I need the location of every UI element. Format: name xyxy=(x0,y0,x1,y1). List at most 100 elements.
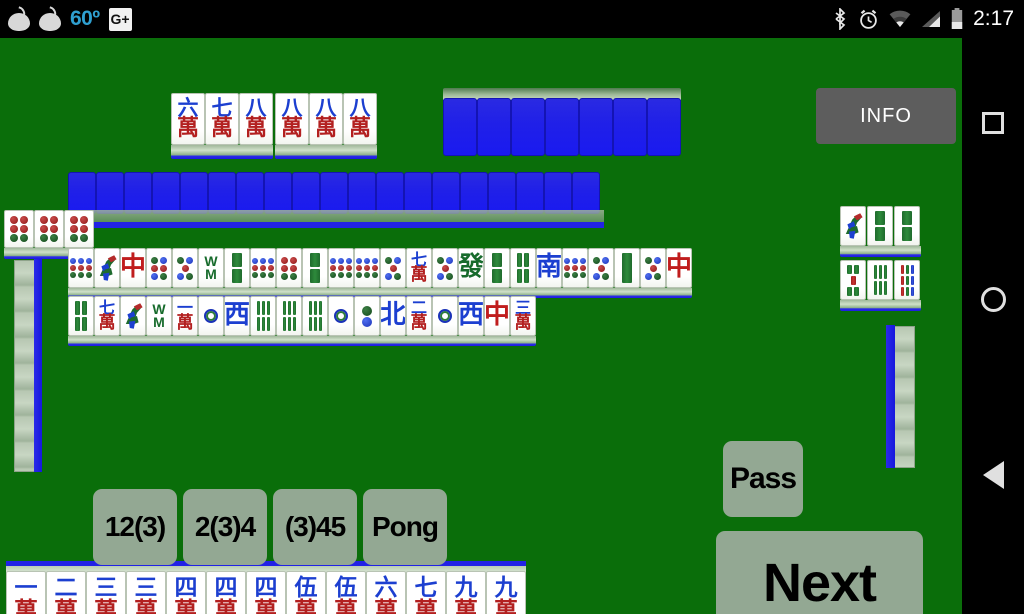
discard-tile[interactable]: 中 xyxy=(484,296,510,336)
discard-tile[interactable] xyxy=(484,248,510,288)
player-hand-tile[interactable]: 九萬 xyxy=(486,571,526,614)
discard-tile[interactable]: WM xyxy=(146,296,172,336)
discard-tile[interactable]: 一萬 xyxy=(172,296,198,336)
discard-tile[interactable] xyxy=(328,296,354,336)
wall-tile-back xyxy=(68,172,96,214)
meld-tile[interactable]: 七萬 xyxy=(205,93,239,145)
info-button[interactable]: INFO xyxy=(816,88,956,144)
discard-tile[interactable] xyxy=(510,248,536,288)
action-button-3[interactable]: Pong xyxy=(363,489,447,565)
discard-tile[interactable]: 西 xyxy=(224,296,250,336)
bamboo-stick xyxy=(900,286,904,296)
discard-tile[interactable]: 北 xyxy=(380,296,406,336)
bamboo-row xyxy=(902,211,912,225)
player-hand-tile[interactable]: 七萬 xyxy=(406,571,446,614)
recents-button[interactable] xyxy=(962,92,1024,154)
player-hand-tile[interactable]: 四萬 xyxy=(166,571,206,614)
discard-tile[interactable] xyxy=(432,296,458,336)
pass-button[interactable]: Pass xyxy=(723,441,803,517)
dot xyxy=(593,272,600,280)
bamboo-stick xyxy=(82,317,87,331)
temperature-text: 60º xyxy=(70,7,100,30)
player-hand-tile[interactable]: 六萬 xyxy=(366,571,406,614)
discard-tile[interactable]: WM xyxy=(198,248,224,288)
player-hand-tile[interactable]: 三萬 xyxy=(126,571,166,614)
right-meld-tile[interactable] xyxy=(894,206,920,246)
discard-tile[interactable] xyxy=(562,248,588,288)
left-meld-tile[interactable] xyxy=(64,210,94,248)
discard-tile[interactable] xyxy=(328,248,354,288)
discard-tile[interactable] xyxy=(354,248,380,288)
discard-tile[interactable]: 中 xyxy=(120,248,146,288)
meld-tile[interactable]: 六萬 xyxy=(171,93,205,145)
player-hand-tile[interactable]: 一萬 xyxy=(6,571,46,614)
meld-tile[interactable]: 八萬 xyxy=(309,93,343,145)
discard-tile[interactable]: 七萬 xyxy=(94,296,120,336)
player-hand-tile[interactable]: 二萬 xyxy=(46,571,86,614)
discard-tile[interactable] xyxy=(224,248,250,288)
discard-tile[interactable]: 七萬 xyxy=(406,248,432,288)
right-meld-tile[interactable] xyxy=(840,206,866,246)
discard-tile[interactable] xyxy=(276,296,302,336)
discard-tile[interactable] xyxy=(640,248,666,288)
player-hand-tile[interactable]: 伍萬 xyxy=(326,571,366,614)
home-button[interactable] xyxy=(962,268,1024,330)
dot xyxy=(290,256,297,264)
discard-tile[interactable] xyxy=(432,248,458,288)
left-meld-tile[interactable] xyxy=(34,210,64,248)
action-button-0[interactable]: 12(3) xyxy=(93,489,177,565)
discard-tile[interactable] xyxy=(302,296,328,336)
discard-tile[interactable] xyxy=(302,248,328,288)
player-hand-tile[interactable]: 四萬 xyxy=(246,571,286,614)
bamboo-stick xyxy=(905,275,909,285)
tile-glyph: WM xyxy=(199,249,223,287)
discard-tile[interactable] xyxy=(250,296,276,336)
tile-glyph: 七萬 xyxy=(206,94,238,144)
discard-tile[interactable]: 中 xyxy=(666,248,692,288)
tile-bamboo xyxy=(303,297,327,335)
right-meld-tile[interactable] xyxy=(867,206,893,246)
back-button[interactable] xyxy=(962,444,1024,506)
bamboo-stick xyxy=(266,301,270,315)
discard-tile[interactable]: 南 xyxy=(536,248,562,288)
discard-tile[interactable] xyxy=(120,296,146,336)
dot-row xyxy=(181,264,189,272)
left-meld-tile[interactable] xyxy=(4,210,34,248)
bamboo-stick xyxy=(256,317,260,331)
discard-tile[interactable] xyxy=(68,248,94,288)
player-hand-tile[interactable]: 三萬 xyxy=(86,571,126,614)
player-hand-tile[interactable]: 四萬 xyxy=(206,571,246,614)
discard-tile[interactable] xyxy=(380,248,406,288)
meld-tile[interactable]: 八萬 xyxy=(343,93,377,145)
discard-tile[interactable] xyxy=(198,296,224,336)
bamboo-row xyxy=(875,227,885,241)
dot xyxy=(70,265,76,271)
next-button[interactable]: Next xyxy=(716,531,923,614)
discard-tile[interactable] xyxy=(276,248,302,288)
dot xyxy=(80,225,88,233)
meld-tile[interactable]: 八萬 xyxy=(275,93,309,145)
discard-tile[interactable] xyxy=(250,248,276,288)
player-hand-tile[interactable]: 九萬 xyxy=(446,571,486,614)
discard-tile[interactable] xyxy=(146,248,172,288)
action-button-1[interactable]: 2(3)4 xyxy=(183,489,267,565)
discard-tile[interactable]: 二萬 xyxy=(406,296,432,336)
right-meld-tile[interactable] xyxy=(894,260,920,300)
meld-tile[interactable]: 八萬 xyxy=(239,93,273,145)
dot xyxy=(364,258,370,264)
discard-tile[interactable] xyxy=(614,248,640,288)
action-button-2[interactable]: (3)45 xyxy=(273,489,357,565)
right-meld-tile[interactable] xyxy=(840,260,866,300)
discard-tile[interactable] xyxy=(94,248,120,288)
discard-tile[interactable] xyxy=(172,248,198,288)
discard-tile[interactable] xyxy=(588,248,614,288)
discard-tile[interactable]: 三萬 xyxy=(510,296,536,336)
right-meld-tile[interactable] xyxy=(867,260,893,300)
dot xyxy=(281,264,288,272)
dot xyxy=(78,258,84,264)
discard-tile[interactable] xyxy=(68,296,94,336)
player-hand-tile[interactable]: 伍萬 xyxy=(286,571,326,614)
discard-tile[interactable]: 西 xyxy=(458,296,484,336)
discard-tile[interactable]: 發 xyxy=(458,248,484,288)
discard-tile[interactable] xyxy=(354,296,380,336)
